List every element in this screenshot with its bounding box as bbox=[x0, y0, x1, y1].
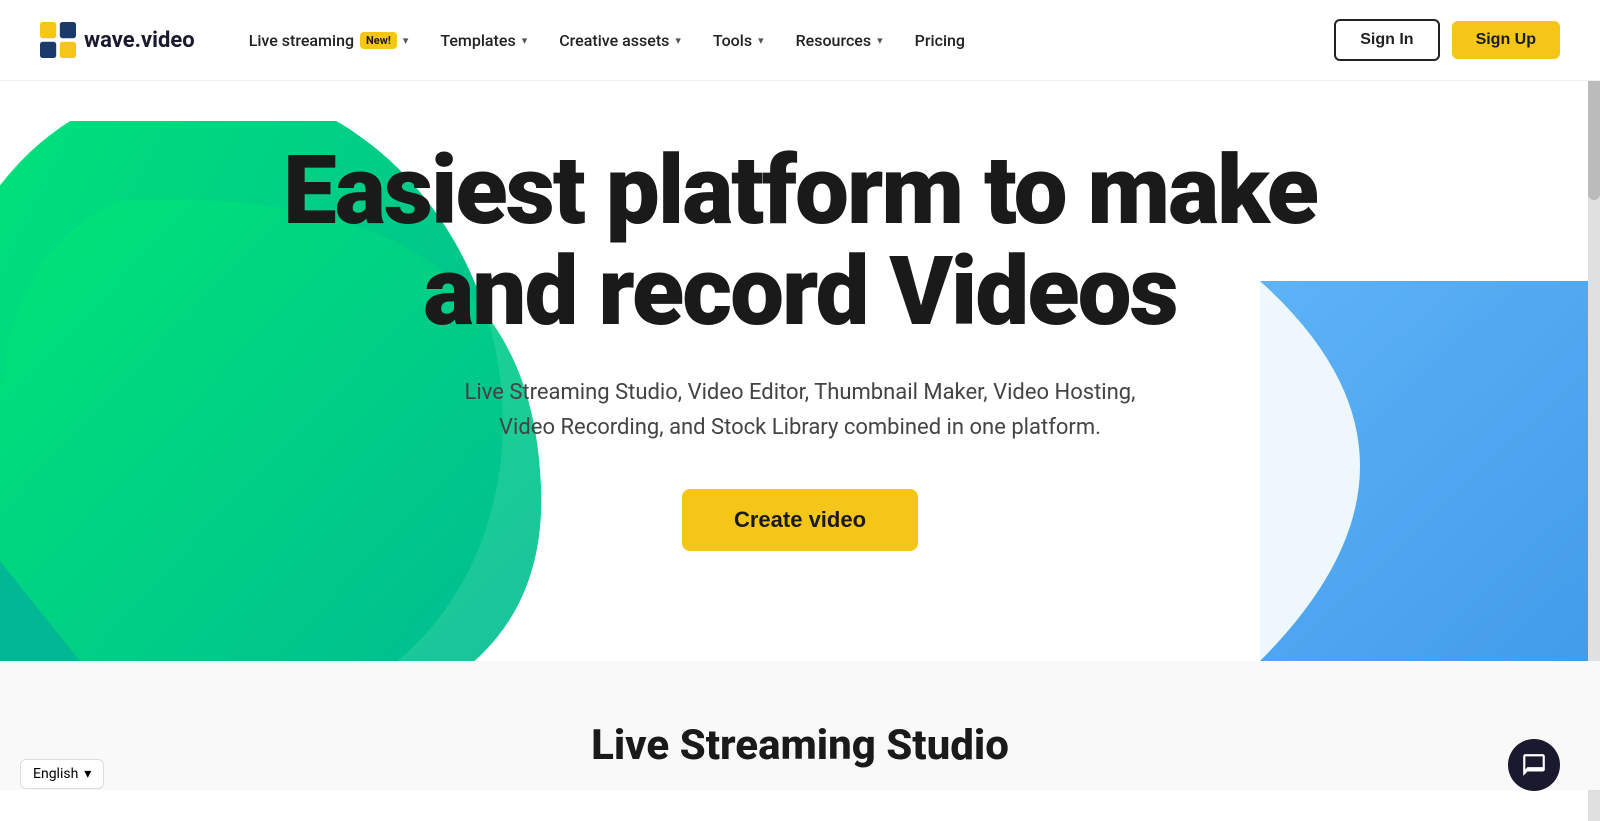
nav-item-live-streaming[interactable]: Live streaming New! ▾ bbox=[235, 23, 423, 58]
create-video-button[interactable]: Create video bbox=[682, 489, 918, 551]
sign-up-button[interactable]: Sign Up bbox=[1452, 21, 1560, 59]
nav-label-creative-assets: Creative assets bbox=[559, 31, 669, 50]
hero-content: Easiest platform to make and record Vide… bbox=[263, 141, 1337, 551]
hero-section: Easiest platform to make and record Vide… bbox=[0, 81, 1600, 661]
nav-item-tools[interactable]: Tools ▾ bbox=[699, 23, 778, 58]
chevron-down-icon: ▾ bbox=[522, 34, 528, 47]
nav-right: Sign In Sign Up bbox=[1334, 19, 1560, 61]
nav-item-creative-assets[interactable]: Creative assets ▾ bbox=[545, 23, 695, 58]
language-selector[interactable]: English ▾ bbox=[20, 759, 104, 789]
chevron-down-icon: ▾ bbox=[675, 34, 681, 47]
hero-title-line2: and record Videos bbox=[423, 236, 1177, 348]
navbar: wave.video Live streaming New! ▾ Templat… bbox=[0, 0, 1600, 81]
nav-badge-new: New! bbox=[360, 32, 397, 49]
nav-label-templates: Templates bbox=[440, 31, 515, 50]
logo[interactable]: wave.video bbox=[40, 22, 195, 58]
chevron-down-icon: ▾ bbox=[877, 34, 883, 47]
chat-button[interactable] bbox=[1508, 739, 1560, 791]
language-label: English bbox=[33, 766, 78, 782]
nav-label-tools: Tools bbox=[713, 31, 752, 50]
nav-label-pricing: Pricing bbox=[915, 31, 965, 50]
hero-title-line1: Easiest platform to make bbox=[283, 135, 1317, 247]
nav-label-resources: Resources bbox=[796, 31, 872, 50]
logo-icon bbox=[40, 22, 76, 58]
section-below: Live Streaming Studio bbox=[0, 661, 1600, 790]
nav-item-pricing[interactable]: Pricing bbox=[901, 23, 979, 58]
hero-title: Easiest platform to make and record Vide… bbox=[283, 141, 1317, 343]
hero-subtitle: Live Streaming Studio, Video Editor, Thu… bbox=[440, 375, 1160, 445]
chevron-down-icon: ▾ bbox=[403, 34, 409, 47]
nav-links: Live streaming New! ▾ Templates ▾ Creati… bbox=[235, 23, 1335, 58]
section-title: Live Streaming Studio bbox=[0, 721, 1600, 770]
nav-label-live-streaming: Live streaming bbox=[249, 31, 354, 50]
sign-in-button[interactable]: Sign In bbox=[1334, 19, 1439, 61]
logo-text: wave.video bbox=[84, 28, 195, 53]
chevron-down-icon: ▾ bbox=[758, 34, 764, 47]
teal-triangle-decoration bbox=[0, 561, 80, 661]
nav-item-templates[interactable]: Templates ▾ bbox=[426, 23, 541, 58]
chevron-down-icon: ▾ bbox=[84, 766, 91, 782]
chat-icon bbox=[1521, 752, 1547, 778]
nav-item-resources[interactable]: Resources ▾ bbox=[782, 23, 897, 58]
